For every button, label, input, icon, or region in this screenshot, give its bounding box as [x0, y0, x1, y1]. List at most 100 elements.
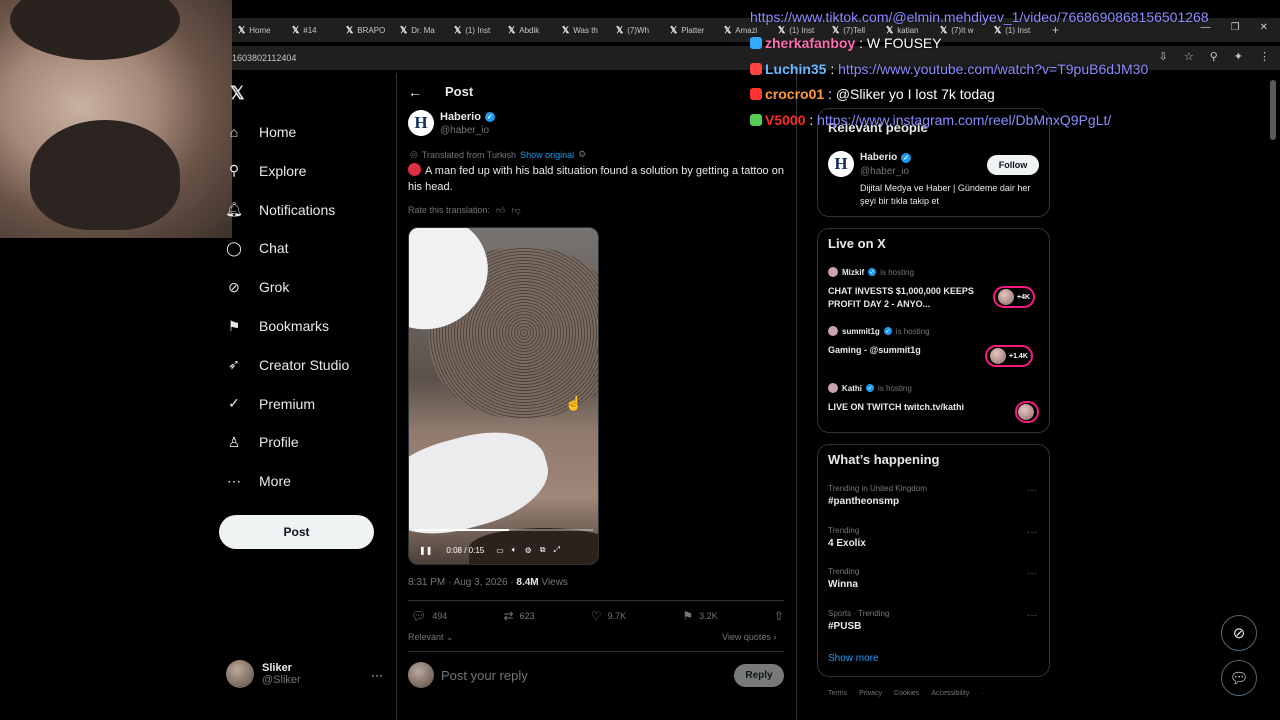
relevant-person-name[interactable]: Haberio ✓: [860, 152, 912, 163]
follow-button[interactable]: Follow: [987, 155, 1039, 175]
live-host[interactable]: Mizkif ✓ is hosting: [828, 267, 914, 277]
trend-name[interactable]: #PUSB: [828, 621, 861, 632]
footer-link[interactable]: Privacy: [859, 690, 882, 697]
live-listeners-pill[interactable]: [1015, 401, 1039, 423]
browser-tab[interactable]: 𝕏 Platter: [664, 20, 718, 40]
close-window-icon[interactable]: ✕: [1260, 22, 1268, 33]
more-icon[interactable]: ···: [1027, 485, 1037, 496]
sidebar-item-profile[interactable]: ♙ Profile: [226, 430, 299, 454]
grok-icon[interactable]: ⊘: [1221, 615, 1257, 651]
tab-label: katian: [897, 25, 919, 35]
share-action[interactable]: ⇧: [774, 609, 784, 623]
sidebar-item-bookmarks[interactable]: ⚑ Bookmarks: [226, 314, 329, 338]
live-title-text[interactable]: LIVE ON TWITCH twitch.tv/kathi: [828, 401, 1008, 414]
show-original-link[interactable]: Show original: [520, 150, 574, 160]
repost-count: 623: [519, 611, 535, 621]
back-arrow-icon[interactable]: ←: [408, 84, 422, 100]
chat-link[interactable]: https://www.instagram.com/reel/DbMnxQ9Pg…: [817, 112, 1111, 128]
like-action[interactable]: ♡ 9.7K: [591, 609, 626, 623]
fullscreen-icon[interactable]: ⤢: [553, 545, 559, 555]
account-switcher[interactable]: Sliker @Sliker: [226, 660, 301, 688]
sidebar-item-more[interactable]: ⋯ More: [226, 469, 291, 493]
view-quotes-link[interactable]: View quotes ›: [722, 632, 776, 642]
avatar: [408, 662, 434, 688]
live-host[interactable]: summit1g ✓ is hosting: [828, 326, 930, 336]
show-more-link[interactable]: Show more: [828, 653, 879, 664]
post-button[interactable]: Post: [219, 515, 374, 549]
reply-icon: 💬︎: [411, 609, 427, 623]
browser-tab[interactable]: 𝕏 (7)Wh: [610, 20, 664, 40]
repost-icon: ⇄: [503, 609, 514, 623]
live-title-text[interactable]: CHAT INVESTS $1,000,000 KEEPS PROFIT DAY…: [828, 285, 1008, 311]
thumbs-down-icon[interactable]: 👎︎: [511, 205, 520, 216]
sidebar-item-chat[interactable]: ◯ Chat: [226, 236, 288, 260]
repost-action[interactable]: ⇄ 623: [504, 609, 535, 623]
trend-name[interactable]: Winna: [828, 579, 858, 590]
trend-name[interactable]: #pantheonsmp: [828, 496, 899, 507]
chat-link[interactable]: https://www.tiktok.com/@elmin.mehdiyev_1…: [750, 9, 1209, 25]
sidebar-item-creator-studio[interactable]: ➶ Creator Studio: [226, 353, 349, 377]
chat-link[interactable]: https://www.youtube.com/watch?v=T9puB6dJ…: [838, 61, 1148, 77]
browser-tab[interactable]: 𝕏 Dr. Ma: [394, 20, 448, 40]
more-icon[interactable]: ···: [1027, 527, 1037, 538]
settings-icon[interactable]: ⚙: [578, 149, 586, 160]
browser-tab[interactable]: 𝕏 Was th: [556, 20, 610, 40]
sidebar-item-label: Grok: [259, 279, 290, 296]
settings-icon[interactable]: ⚙: [525, 546, 532, 555]
video-progress-bar[interactable]: [415, 529, 593, 531]
more-icon[interactable]: ···: [1027, 610, 1037, 621]
browser-tab[interactable]: 𝕏 Abdik: [502, 20, 556, 40]
author-avatar[interactable]: H: [408, 110, 434, 136]
sidebar-item-grok[interactable]: ⊘ Grok: [226, 275, 289, 299]
bookmark-action[interactable]: ⚑ 3.2K: [682, 609, 717, 623]
browser-tab[interactable]: 𝕏 Home: [232, 20, 286, 40]
tab-label: #14: [303, 25, 317, 35]
captions-icon[interactable]: ▭: [496, 546, 504, 555]
views-label: Views: [541, 577, 568, 588]
author-handle[interactable]: @haber_io: [440, 125, 489, 136]
post-timestamp[interactable]: 8:31 PM · Aug 3, 2026 ·: [408, 577, 514, 588]
trend-name[interactable]: 4 Exolix: [828, 538, 866, 549]
live-title-text[interactable]: Gaming - @summit1g: [828, 344, 1008, 357]
footer-link[interactable]: Accessibility: [931, 690, 969, 697]
author-name[interactable]: Haberio ✓: [440, 111, 495, 123]
x-logo-icon[interactable]: 𝕏: [230, 83, 245, 104]
sidebar-item-home[interactable]: ⌂ Home: [226, 120, 297, 144]
maximize-icon[interactable]: ❐: [1231, 22, 1240, 33]
browser-tab[interactable]: 𝕏 (1) Inst: [448, 20, 502, 40]
install-icon[interactable]: ⇩: [1159, 50, 1168, 63]
star-icon[interactable]: ☆: [1184, 50, 1194, 63]
live-listeners-pill[interactable]: +1.4K: [985, 345, 1033, 367]
pip-icon[interactable]: ⧉: [540, 545, 546, 555]
sidebar-item-premium[interactable]: ✓ Premium: [226, 392, 315, 416]
sidebar-item-explore[interactable]: ⚲ Explore: [226, 159, 307, 183]
footer-link[interactable]: ·: [981, 690, 983, 697]
live-listeners-pill[interactable]: +4K: [993, 286, 1036, 308]
sidebar-item-notifications[interactable]: 🔔︎ Notifications: [225, 198, 335, 222]
chevron-right-icon: ›: [773, 632, 777, 642]
url-text[interactable]: 1603802112404: [232, 53, 296, 63]
browser-tab[interactable]: 𝕏 #14: [286, 20, 340, 40]
messages-icon[interactable]: 💬︎: [1221, 660, 1257, 696]
footer-link[interactable]: Terms: [828, 690, 847, 697]
more-icon[interactable]: ···: [1027, 568, 1037, 579]
browser-tab[interactable]: 𝕏 BRAPO: [340, 20, 394, 40]
live-host[interactable]: Kathi ✓ is hosting: [828, 383, 912, 393]
thumbs-up-icon[interactable]: 👍︎: [496, 205, 505, 216]
extension-icon[interactable]: ⚲: [1210, 50, 1218, 63]
relevant-person-avatar[interactable]: H: [828, 151, 854, 177]
scrollbar[interactable]: [1270, 80, 1276, 140]
chat-username: crocro01: [765, 86, 825, 103]
more-icon[interactable]: ···: [371, 668, 383, 682]
reply-action[interactable]: 💬︎ 494: [411, 609, 447, 623]
puzzle-icon[interactable]: ✦: [1234, 50, 1243, 63]
menu-icon[interactable]: ⋮: [1259, 50, 1270, 63]
footer-link[interactable]: Cookies: [894, 690, 919, 697]
pause-icon[interactable]: ❚❚: [419, 546, 432, 555]
reply-input[interactable]: Post your reply: [441, 668, 528, 683]
webcam-hair: [10, 0, 180, 60]
sort-relevant-dropdown[interactable]: Relevant ⌄: [408, 632, 454, 643]
new-tab-icon[interactable]: +: [1052, 23, 1059, 37]
volume-icon[interactable]: 🔈︎: [512, 545, 517, 555]
reply-button[interactable]: Reply: [734, 664, 784, 687]
